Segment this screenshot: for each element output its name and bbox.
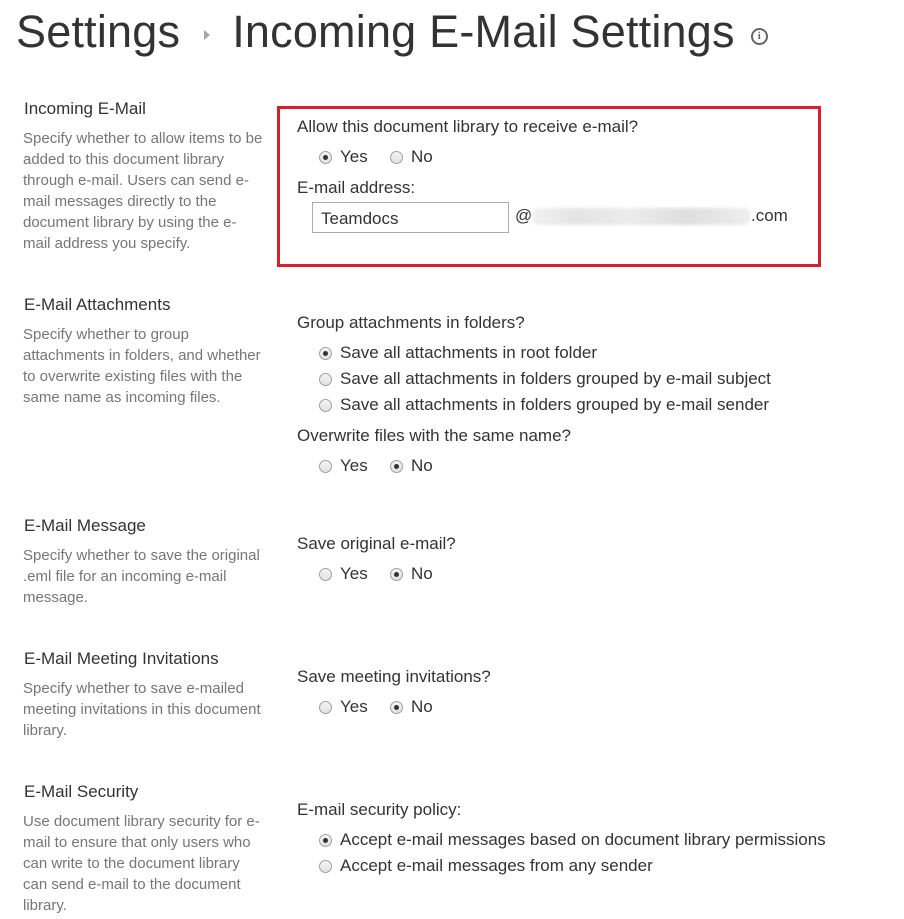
message-title: E-Mail Message (24, 516, 146, 535)
security-description: Use document library security for e-mail… (23, 813, 260, 914)
overwrite-yes-option[interactable]: Yes (319, 456, 368, 476)
group-option-subject-radio[interactable] (319, 372, 332, 386)
overwrite-yes-label: Yes (340, 456, 368, 475)
email-address-input[interactable] (312, 202, 509, 233)
save-original-yes-option[interactable]: Yes (319, 564, 368, 584)
group-option-subject[interactable]: Save all attachments in folders grouped … (319, 369, 771, 389)
overwrite-no-option[interactable]: No (390, 456, 433, 476)
email-at-sign: @ (515, 206, 533, 225)
email-domain-suffix: .com (751, 206, 788, 225)
allow-email-yes-option[interactable]: Yes (319, 147, 368, 167)
meetings-title: E-Mail Meeting Invitations (24, 649, 219, 668)
security-option-permissions[interactable]: Accept e-mail messages based on document… (319, 830, 826, 850)
incoming-email-title: Incoming E-Mail (24, 99, 146, 118)
group-option-sender[interactable]: Save all attachments in folders grouped … (319, 395, 769, 415)
security-option-any-sender-label: Accept e-mail messages from any sender (340, 856, 653, 875)
allow-email-no-label: No (411, 147, 433, 166)
security-option-permissions-label: Accept e-mail messages based on document… (340, 830, 826, 849)
overwrite-yes-radio[interactable] (319, 459, 332, 473)
attachments-title: E-Mail Attachments (24, 295, 171, 314)
group-option-root-radio[interactable] (319, 346, 332, 360)
security-policy-question: E-mail security policy: (297, 800, 462, 819)
save-original-no-label: No (411, 564, 433, 583)
info-icon[interactable]: i (750, 27, 768, 45)
save-original-yes-label: Yes (340, 564, 368, 583)
overwrite-question: Overwrite files with the same name? (297, 426, 571, 445)
meetings-description: Specify whether to save e-mailed meeting… (23, 680, 261, 739)
breadcrumb-separator-icon (204, 30, 211, 40)
email-address-label: E-mail address: (297, 178, 416, 197)
security-option-any-sender-radio[interactable] (319, 859, 332, 873)
message-description: Specify whether to save the original .em… (23, 547, 260, 606)
allow-email-yes-radio[interactable] (319, 150, 332, 164)
save-original-yes-radio[interactable] (319, 567, 332, 581)
overwrite-no-radio[interactable] (390, 459, 403, 473)
allow-email-no-option[interactable]: No (390, 147, 433, 167)
save-meetings-no-option[interactable]: No (390, 697, 433, 717)
attachments-description: Specify whether to group attachments in … (23, 326, 261, 406)
group-option-root[interactable]: Save all attachments in root folder (319, 343, 597, 363)
save-meetings-yes-label: Yes (340, 697, 368, 716)
security-option-any-sender[interactable]: Accept e-mail messages from any sender (319, 856, 653, 876)
group-option-subject-label: Save all attachments in folders grouped … (340, 369, 771, 388)
security-title: E-Mail Security (24, 782, 139, 801)
overwrite-no-label: No (411, 456, 433, 475)
save-meetings-no-radio[interactable] (390, 700, 403, 714)
save-original-no-radio[interactable] (390, 567, 403, 581)
save-meetings-yes-radio[interactable] (319, 700, 332, 714)
page-header: Settings Incoming E-Mail Settings i (16, 4, 768, 60)
group-attachments-question: Group attachments in folders? (297, 313, 525, 332)
save-original-question: Save original e-mail? (297, 534, 456, 553)
breadcrumb-settings-link[interactable]: Settings (16, 6, 180, 58)
group-option-sender-radio[interactable] (319, 398, 332, 412)
group-option-sender-label: Save all attachments in folders grouped … (340, 395, 770, 414)
email-domain-redacted (532, 208, 750, 225)
incoming-email-description: Specify whether to allow items to be add… (23, 130, 263, 252)
save-meetings-no-label: No (411, 697, 433, 716)
save-meetings-question: Save meeting invitations? (297, 667, 491, 686)
group-option-root-label: Save all attachments in root folder (340, 343, 598, 362)
page-title: Incoming E-Mail Settings (232, 6, 735, 57)
allow-email-no-radio[interactable] (390, 150, 403, 164)
save-original-no-option[interactable]: No (390, 564, 433, 584)
save-meetings-yes-option[interactable]: Yes (319, 697, 368, 717)
allow-email-question: Allow this document library to receive e… (297, 117, 639, 136)
security-option-permissions-radio[interactable] (319, 833, 332, 847)
allow-email-yes-label: Yes (340, 147, 368, 166)
